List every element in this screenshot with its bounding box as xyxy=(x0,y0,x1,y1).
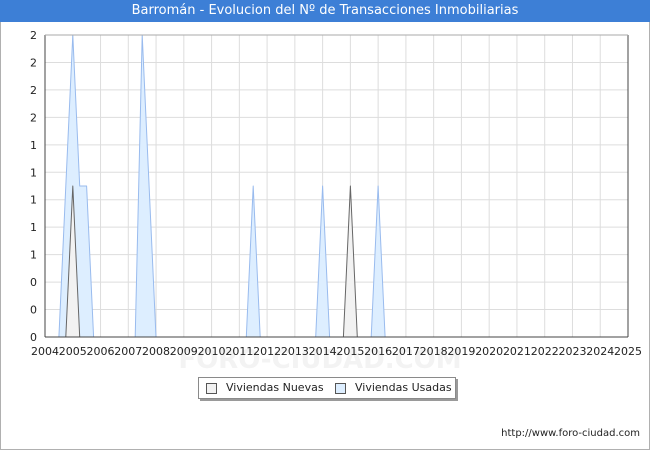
area-nuevas xyxy=(342,185,358,338)
area-usadas xyxy=(315,185,331,338)
x-tick-label: 2012 xyxy=(253,345,281,358)
y-tick-label: 2 xyxy=(30,111,37,124)
y-tick-label: 0 xyxy=(30,304,37,317)
source-url: http://www.foro-ciudad.com xyxy=(501,428,640,439)
x-tick-label: 2007 xyxy=(114,345,142,358)
x-tick-label: 2006 xyxy=(87,345,115,358)
y-tick-label: 1 xyxy=(30,221,37,234)
x-tick-label: 2010 xyxy=(198,345,226,358)
grid: FORO-CIUDAD.COM xyxy=(45,34,629,375)
y-tick-label: 1 xyxy=(30,139,37,152)
x-tick-label: 2004 xyxy=(31,345,59,358)
y-tick-label: 2 xyxy=(30,56,37,69)
y-tick-label: 2 xyxy=(30,29,37,42)
x-tick-label: 2021 xyxy=(503,345,531,358)
x-tick-label: 2009 xyxy=(170,345,198,358)
legend-label-nuevas: Viviendas Nuevas xyxy=(226,381,324,394)
y-tick-labels: 0 0 0 1 1 1 1 1 2 2 2 2 xyxy=(30,29,37,344)
x-tick-label: 2024 xyxy=(586,345,614,358)
axes xyxy=(44,34,629,338)
x-tick-label: 2005 xyxy=(59,345,87,358)
x-tick-labels: 2004 2005 2006 2007 2008 2009 2010 2011 2012 2013… xyxy=(31,345,642,358)
x-tick-label: 2017 xyxy=(392,345,420,358)
y-tick-label: 0 xyxy=(30,331,37,344)
x-tick-label: 2016 xyxy=(364,345,392,358)
area-usadas xyxy=(245,185,261,338)
x-tick-label: 2011 xyxy=(225,345,253,358)
x-tick-label: 2008 xyxy=(142,345,170,358)
x-tick-label: 2022 xyxy=(531,345,559,358)
legend-swatch-nuevas xyxy=(206,382,217,394)
y-tick-label: 1 xyxy=(30,194,37,207)
y-tick-label: 1 xyxy=(30,166,37,179)
legend-swatch-usadas xyxy=(335,382,346,394)
y-tick-label: 2 xyxy=(30,84,37,97)
legend-item-nuevas: Viviendas Nuevas xyxy=(206,381,324,395)
x-tick-label: 2019 xyxy=(447,345,475,358)
x-tick-label: 2025 xyxy=(614,345,642,358)
x-tick-label: 2018 xyxy=(420,345,448,358)
series-group xyxy=(58,34,386,338)
area-usadas xyxy=(134,34,157,338)
legend: Viviendas Nuevas Viviendas Usadas xyxy=(198,377,456,399)
legend-item-usadas: Viviendas Usadas xyxy=(335,381,452,395)
x-tick-label: 2023 xyxy=(558,345,586,358)
y-tick-label: 1 xyxy=(30,249,37,262)
x-tick-label: 2015 xyxy=(336,345,364,358)
x-tick-label: 2020 xyxy=(475,345,503,358)
x-tick-label: 2013 xyxy=(281,345,309,358)
y-tick-label: 0 xyxy=(30,276,37,289)
x-tick-label: 2014 xyxy=(309,345,337,358)
legend-label-usadas: Viviendas Usadas xyxy=(355,381,452,394)
area-usadas xyxy=(370,185,386,338)
